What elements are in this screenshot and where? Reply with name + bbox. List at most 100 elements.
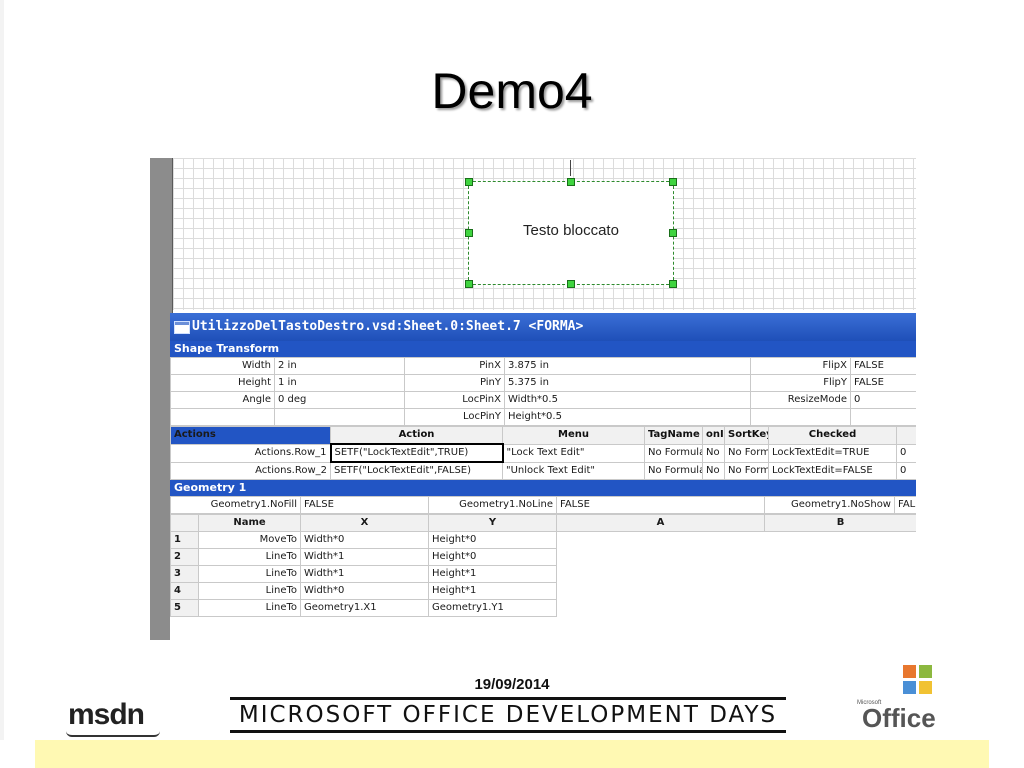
cell-value[interactable]: 1 in — [274, 374, 405, 392]
cell-value[interactable]: 0 — [896, 443, 916, 463]
cell-value[interactable]: 2 in — [274, 357, 405, 375]
column-header: B — [764, 514, 916, 532]
cell-value[interactable]: LockTextEdit=TRUE — [768, 443, 897, 463]
geometry-rows-table: Name X Y A B 1 MoveTo Width*0 Height*0 2… — [170, 514, 916, 617]
cell-value[interactable]: No — [702, 461, 725, 480]
cell-value[interactable]: No Formula — [644, 461, 703, 480]
cell-value[interactable]: Geometry1.Y1 — [428, 599, 557, 617]
column-header: SortKey — [724, 426, 769, 445]
cell-value[interactable]: 5.375 in — [504, 374, 751, 392]
footer-date: 19/09/2014 — [474, 676, 550, 693]
cell-label: Angle — [170, 391, 275, 409]
cell-value[interactable]: 0 deg — [274, 391, 405, 409]
cell-value[interactable]: Height*1 — [428, 565, 557, 583]
cell-label: Geometry1.NoShow — [764, 496, 895, 514]
empty-cell — [557, 532, 765, 549]
cell-value[interactable]: No Form — [724, 461, 769, 480]
empty-cell — [557, 566, 765, 583]
cell-label: Height — [170, 374, 275, 392]
cell-label: Geometry1.NoFill — [170, 496, 301, 514]
cell-label: FlipX — [750, 357, 851, 375]
cell-value[interactable]: Width*1 — [300, 565, 429, 583]
cell-value[interactable]: "Lock Text Edit" — [502, 443, 645, 463]
column-header: A — [556, 514, 765, 532]
cell-value[interactable]: LockTextEdit=FALSE — [768, 461, 897, 480]
empty-cell — [765, 532, 917, 549]
cell-value[interactable]: "Unlock Text Edit" — [502, 461, 645, 480]
shapesheet-window-icon — [174, 321, 190, 334]
selection-handle-top-right[interactable] — [669, 178, 677, 186]
cell-value[interactable]: Width*0.5 — [504, 391, 751, 409]
row-number: 1 — [170, 531, 199, 549]
cell-value[interactable]: FAL — [894, 496, 916, 514]
cell-value[interactable]: FALSE — [850, 357, 916, 375]
cell-value[interactable]: Width*0 — [300, 582, 429, 600]
cell-value[interactable]: No — [702, 443, 725, 463]
cell-label: PinX — [404, 357, 505, 375]
cell-value[interactable]: No Form — [724, 443, 769, 463]
section-actions[interactable]: Actions — [170, 426, 331, 445]
cell-value[interactable]: No Formula — [644, 443, 703, 463]
selection-handle-right[interactable] — [669, 229, 677, 237]
selection-handle-bottom-right[interactable] — [669, 280, 677, 288]
geometry-flags-table: Geometry1.NoFill FALSE Geometry1.NoLine … — [170, 496, 916, 514]
selection-handle-bottom-left[interactable] — [465, 280, 473, 288]
drawing-canvas[interactable]: Testo bloccato — [173, 158, 916, 310]
cell-label: Width — [170, 357, 275, 375]
cell-value[interactable]: 3.875 in — [504, 357, 751, 375]
office-logo-square — [919, 681, 932, 694]
cell-value[interactable]: Height*0 — [428, 548, 557, 566]
shapesheet-titlebar[interactable]: UtilizzoDelTastoDestro.vsd:Sheet.0:Sheet… — [170, 313, 916, 341]
table-row: 4 LineTo Width*0 Height*1 — [170, 582, 917, 600]
cell-label — [170, 408, 275, 426]
shape-text: Testo bloccato — [523, 222, 619, 239]
cell-value[interactable]: FALSE — [300, 496, 429, 514]
cell-value[interactable]: 0 — [850, 391, 916, 409]
column-header: X — [300, 514, 429, 532]
cell-value[interactable] — [850, 408, 916, 426]
selected-shape[interactable]: Testo bloccato — [468, 181, 674, 285]
column-header — [170, 514, 199, 532]
cell-label: PinY — [404, 374, 505, 392]
geometry-header-row: Name X Y A B — [170, 514, 916, 532]
cell-label: ResizeMode — [750, 391, 851, 409]
cell-value[interactable]: Height*0.5 — [504, 408, 751, 426]
row-name: LineTo — [198, 548, 301, 566]
cell-value[interactable]: SETF("LockTextEdit",FALSE) — [330, 461, 503, 480]
cell-value-selected[interactable]: SETF("LockTextEdit",TRUE) — [329, 443, 504, 463]
footer-yellow-bar — [35, 740, 989, 768]
cell-value[interactable]: Geometry1.X1 — [300, 599, 429, 617]
row-number: 4 — [170, 582, 199, 600]
cell-value[interactable]: Height*1 — [428, 582, 557, 600]
selection-handle-top-left[interactable] — [465, 178, 473, 186]
shapesheet-window: UtilizzoDelTastoDestro.vsd:Sheet.0:Sheet… — [170, 313, 916, 640]
cell-label: Geometry1.NoLine — [428, 496, 557, 514]
table-row: Geometry1.NoFill FALSE Geometry1.NoLine … — [170, 496, 916, 514]
column-header: Y — [428, 514, 557, 532]
cell-value[interactable]: Width*0 — [300, 531, 429, 549]
section-shape-transform[interactable]: Shape Transform — [170, 341, 916, 357]
cell-value[interactable]: FALSE — [850, 374, 916, 392]
cell-value[interactable]: 0 — [896, 461, 916, 480]
cell-value[interactable]: Height*0 — [428, 531, 557, 549]
table-row: 5 LineTo Geometry1.X1 Geometry1.Y1 — [170, 599, 917, 617]
column-header: onI — [702, 426, 725, 445]
office-logo-icon — [903, 665, 933, 697]
row-name: MoveTo — [198, 531, 301, 549]
table-row: Height 1 in PinY 5.375 in FlipY FALSE — [170, 374, 916, 392]
selection-handle-left[interactable] — [465, 229, 473, 237]
column-header: Name — [198, 514, 301, 532]
office-logo-square — [919, 665, 932, 678]
section-geometry[interactable]: Geometry 1 — [170, 480, 916, 496]
table-row: Actions.Row_2 SETF("LockTextEdit",FALSE)… — [170, 461, 916, 480]
cell-value[interactable]: Width*1 — [300, 548, 429, 566]
selection-handle-bottom[interactable] — [567, 280, 575, 288]
cell-value[interactable] — [274, 408, 405, 426]
cell-value[interactable]: FALSE — [556, 496, 765, 514]
row-name: LineTo — [198, 599, 301, 617]
rotation-handle-line — [570, 160, 571, 176]
table-row: 3 LineTo Width*1 Height*1 — [170, 565, 917, 583]
selection-handle-top[interactable] — [567, 178, 575, 186]
row-number: 5 — [170, 599, 199, 617]
row-name: LineTo — [198, 582, 301, 600]
